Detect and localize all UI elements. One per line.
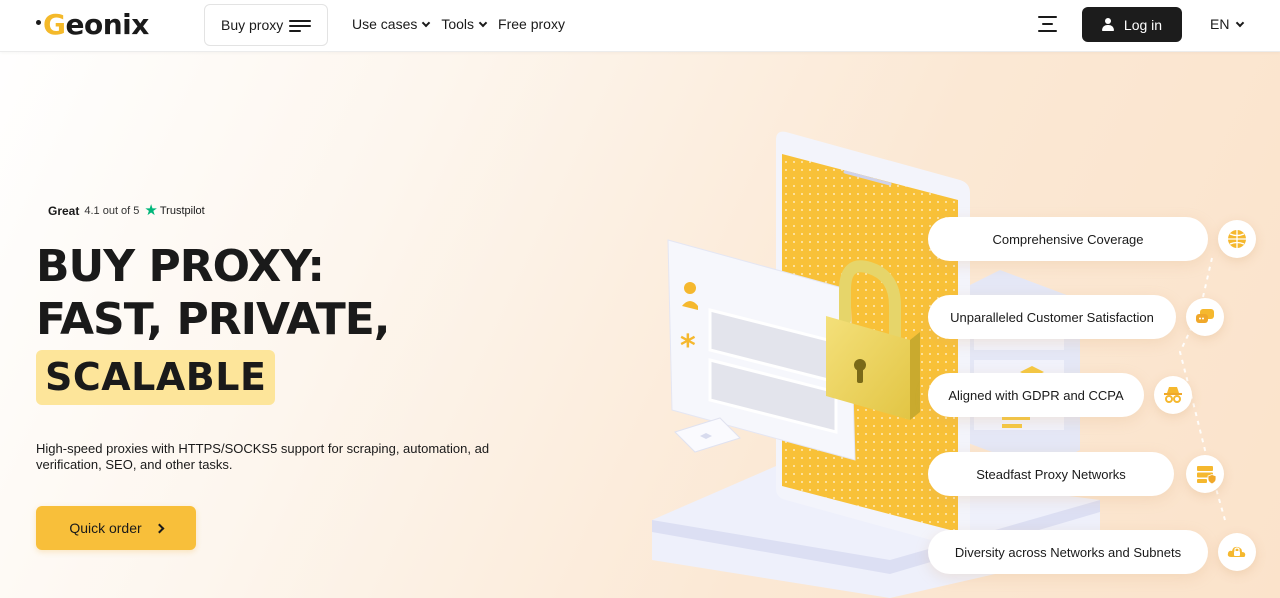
login-button[interactable]: Log in <box>1082 7 1182 42</box>
feature-comprehensive-coverage: Comprehensive Coverage <box>928 217 1208 261</box>
chevron-right-icon <box>154 523 165 533</box>
trust-rating-word: Great <box>48 203 80 218</box>
main-nav: Use cases Tools Free proxy <box>352 16 565 32</box>
chat-icon <box>1186 298 1224 336</box>
buy-proxy-button[interactable]: Buy proxy <box>204 4 328 46</box>
chevron-down-icon <box>422 18 431 27</box>
feature-label: Comprehensive Coverage <box>992 231 1144 247</box>
quick-order-button[interactable]: Quick order <box>36 506 196 550</box>
language-label: EN <box>1210 16 1230 32</box>
user-icon <box>1101 18 1114 31</box>
feature-gdpr-ccpa: Aligned with GDPR and CCPA <box>928 373 1144 417</box>
buy-proxy-label: Buy proxy <box>221 17 284 33</box>
cloud-lock-icon <box>1218 533 1256 571</box>
quick-order-label: Quick order <box>69 520 142 536</box>
trust-score: 4.1 out of 5 <box>84 204 140 217</box>
feature-label: Diversity across Networks and Subnets <box>954 544 1182 560</box>
chevron-down-icon <box>478 18 488 27</box>
svg-text:*: * <box>680 329 696 364</box>
headline-line-2: FAST, PRIVATE, <box>36 294 391 345</box>
hero-illustration: * Comprehensive Coverage Unparalleled Cu… <box>640 120 1280 598</box>
nav-free-proxy[interactable]: Free proxy <box>498 16 565 32</box>
headline-line-1: BUY PROXY: <box>36 241 325 292</box>
trustpilot-rating[interactable]: Great 4.1 out of 5 ★ Trustpilot <box>48 203 205 218</box>
server-shield-icon <box>1186 455 1224 493</box>
hero-headline: BUY PROXY: FAST, PRIVATE, SCALABLE <box>36 240 391 405</box>
feature-label: Aligned with GDPR and CCPA <box>948 387 1124 403</box>
nav-tools-label: Tools <box>441 16 475 32</box>
trustpilot-logo: ★ Trustpilot <box>144 203 204 218</box>
nav-tools[interactable]: Tools <box>441 16 488 32</box>
feature-label: Steadfast Proxy Networks <box>976 466 1126 482</box>
hero-subtitle: High-speed proxies with HTTPS/SOCKS5 sup… <box>36 441 490 472</box>
feature-proxy-networks: Steadfast Proxy Networks <box>928 452 1174 496</box>
globe-icon <box>1218 220 1256 258</box>
site-header: Geonix Buy proxy Use cases Tools Free pr… <box>0 0 1280 52</box>
logo-dot <box>36 19 41 25</box>
chevron-down-icon <box>1236 18 1245 27</box>
nav-free-proxy-label: Free proxy <box>498 16 565 32</box>
headline-highlight: SCALABLE <box>36 350 276 405</box>
nav-use-cases-label: Use cases <box>352 16 418 32</box>
geonix-logo[interactable]: Geonix <box>36 6 149 42</box>
incognito-icon <box>1154 376 1192 414</box>
login-label: Log in <box>1123 16 1163 33</box>
feature-label: Unparalleled Customer Satisfaction <box>950 309 1154 325</box>
feature-network-diversity: Diversity across Networks and Subnets <box>928 530 1208 574</box>
logo-text: Geonix <box>43 7 149 41</box>
hamburger-menu-icon[interactable] <box>1038 16 1057 32</box>
language-selector[interactable]: EN <box>1210 16 1245 32</box>
trustpilot-label: Trustpilot <box>159 204 205 217</box>
trustpilot-star-icon: ★ <box>144 202 158 219</box>
security-illustration-svg: * <box>652 131 1226 598</box>
nav-use-cases[interactable]: Use cases <box>352 16 431 32</box>
feature-customer-satisfaction: Unparalleled Customer Satisfaction <box>928 295 1176 339</box>
menu-lines-icon <box>289 20 311 32</box>
